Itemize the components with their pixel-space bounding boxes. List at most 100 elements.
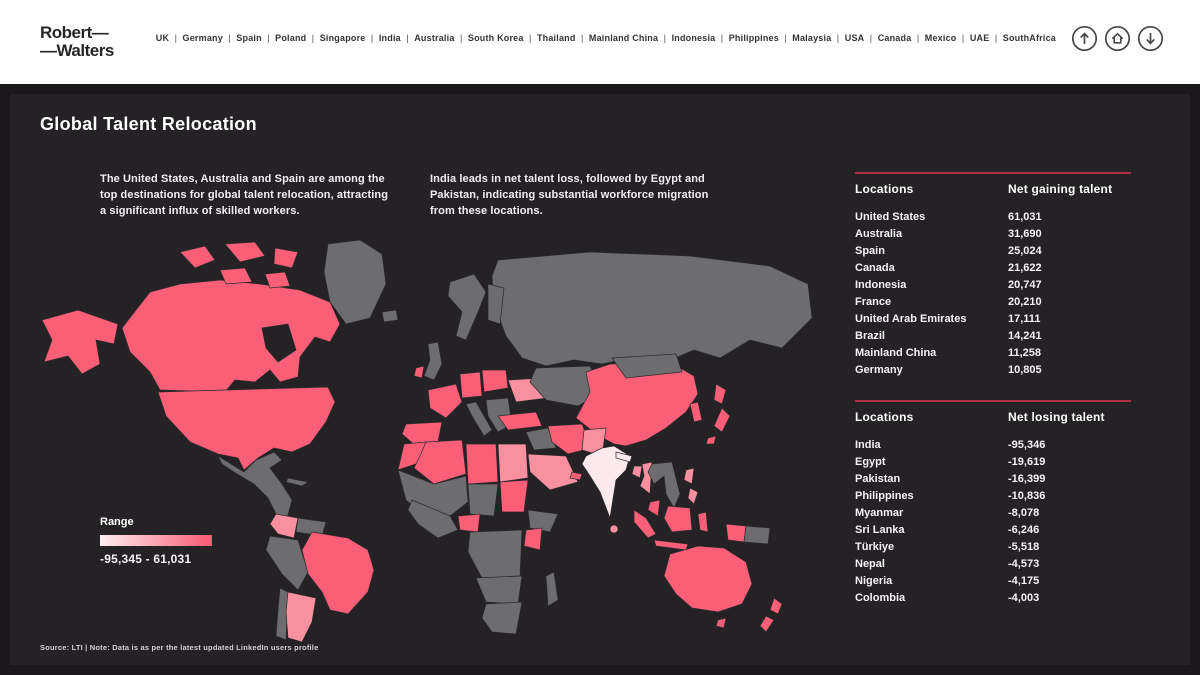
map-region-saudi-arabia[interactable] [528,454,578,490]
table-row: Brazil14,241 [855,327,1131,344]
intro-text-gaining: The United States, Australia and Spain a… [100,172,396,220]
map-region-ireland[interactable] [414,366,424,378]
table-row: United Arab Emirates17,111 [855,310,1131,327]
nav-item-singapore[interactable]: Singapore [320,33,379,43]
source-note: Source: LTI | Note: Data is as per the l… [40,643,318,652]
table-row: Indonesia20,747 [855,276,1131,293]
map-region-new-zealand[interactable] [770,598,782,614]
map-region-indonesia-sulawesi[interactable] [698,512,708,532]
robert-walters-logo[interactable]: Robert——Walters [40,24,114,60]
map-region-canada-arctic[interactable] [220,268,252,284]
nav-item-mexico[interactable]: Mexico [925,33,970,43]
table-row: Canada21,622 [855,259,1131,276]
nav-item-mainland-china[interactable]: Mainland China [589,33,672,43]
map-region-papua-new-guinea[interactable] [744,526,770,544]
map-region-south-africa[interactable] [482,602,522,634]
map-region-madagascar[interactable] [546,572,558,606]
nav-item-south-korea[interactable]: South Korea [468,33,537,43]
nav-item-thailand[interactable]: Thailand [537,33,589,43]
scroll-up-icon[interactable] [1071,25,1098,52]
net-losing-table: Locations Net losing talent India-95,346… [855,400,1131,606]
map-region-nigeria[interactable] [458,514,480,532]
map-region-philippines[interactable] [688,488,698,504]
nav-item-usa[interactable]: USA [845,33,878,43]
map-region-indonesia-papua[interactable] [726,524,746,542]
map-region-alaska[interactable] [42,310,118,374]
map-region-sri-lanka[interactable] [610,525,618,533]
map-region-philippines[interactable] [684,468,694,484]
map-region-iceland[interactable] [382,310,398,322]
table-row: Egypt-19,619 [855,453,1131,470]
report-background: Global Talent Relocation The United Stat… [0,84,1200,675]
map-region-colombia[interactable] [270,514,298,538]
map-region-chad[interactable] [468,484,498,516]
map-region-libya[interactable] [466,444,498,484]
map-region-indonesia-borneo[interactable] [664,506,692,532]
map-region-canada[interactable] [122,280,340,392]
map-region-bangladesh[interactable] [632,466,642,478]
nav-item-poland[interactable]: Poland [275,33,320,43]
map-region-japan[interactable] [714,384,726,404]
table-row: Australia31,690 [855,225,1131,242]
map-region-canada-arctic[interactable] [225,242,265,262]
scroll-down-icon[interactable] [1137,25,1164,52]
map-region-indonesia-java[interactable] [654,540,688,550]
map-region-southern-africa[interactable] [476,576,522,604]
map-region-canada-arctic[interactable] [180,246,215,268]
map-region-poland[interactable] [482,370,508,392]
map-region-indonesia-sumatra[interactable] [634,510,656,538]
map-region-australia[interactable] [664,546,752,612]
home-icon[interactable] [1104,25,1131,52]
column-header-locations: Locations [855,182,1008,196]
map-region-peru-bolivia[interactable] [266,536,308,590]
range-gradient [100,535,212,546]
map-region-argentina[interactable] [286,592,316,642]
map-region-canada-arctic[interactable] [274,248,298,268]
nav-item-uk[interactable]: UK [156,33,183,43]
table-row: Mainland China11,258 [855,344,1131,361]
map-region-germany[interactable] [460,372,482,398]
page-title: Global Talent Relocation [40,114,257,135]
map-region-russia[interactable] [492,252,812,366]
map-region-france[interactable] [428,384,462,418]
table-header: Locations Net gaining talent [855,174,1131,196]
nav-item-canada[interactable]: Canada [878,33,925,43]
map-region-japan[interactable] [714,408,730,432]
nav-item-indonesia[interactable]: Indonesia [672,33,729,43]
table-row: Pakistan-16,399 [855,470,1131,487]
table-row: Sri Lanka-6,246 [855,521,1131,538]
map-region-japan[interactable] [706,436,716,444]
map-region-egypt[interactable] [498,444,528,482]
map-region-uk[interactable] [424,342,442,380]
map-region-horn-of-africa[interactable] [528,510,558,532]
map-region-south-korea[interactable] [690,402,702,422]
nav-item-uae[interactable]: UAE [970,33,1003,43]
table-header: Locations Net losing talent [855,402,1131,424]
map-region-kenya[interactable] [524,528,542,550]
country-nav: UKGermanySpainPolandSingaporeIndiaAustra… [156,33,1071,43]
map-region-tasmania[interactable] [716,618,726,628]
net-gaining-table: Locations Net gaining talent United Stat… [855,172,1131,378]
nav-item-australia[interactable]: Australia [414,33,468,43]
map-region-sudan[interactable] [500,480,528,512]
table-row: Türkiye-5,518 [855,538,1131,555]
map-region-mexico[interactable] [218,452,292,522]
table-row: India-95,346 [855,436,1131,453]
map-region-central-africa[interactable] [468,530,522,578]
column-header-net-losing: Net losing talent [1008,410,1105,424]
map-region-malaysia[interactable] [648,500,660,516]
map-region-cuba[interactable] [286,478,308,486]
nav-item-india[interactable]: India [379,33,414,43]
nav-item-malaysia[interactable]: Malaysia [792,33,844,43]
map-region-usa[interactable] [158,387,335,470]
table-row: Colombia-4,003 [855,589,1131,606]
table-row: Nigeria-4,175 [855,572,1131,589]
map-region-new-zealand[interactable] [760,616,774,632]
table-row: Germany10,805 [855,361,1131,378]
nav-item-south-africa[interactable]: SouthAfrica [1003,33,1056,43]
map-region-scandinavia[interactable] [448,274,486,340]
table-row: Spain25,024 [855,242,1131,259]
nav-item-spain[interactable]: Spain [236,33,275,43]
nav-item-philippines[interactable]: Philippines [729,33,793,43]
nav-item-germany[interactable]: Germany [183,33,237,43]
